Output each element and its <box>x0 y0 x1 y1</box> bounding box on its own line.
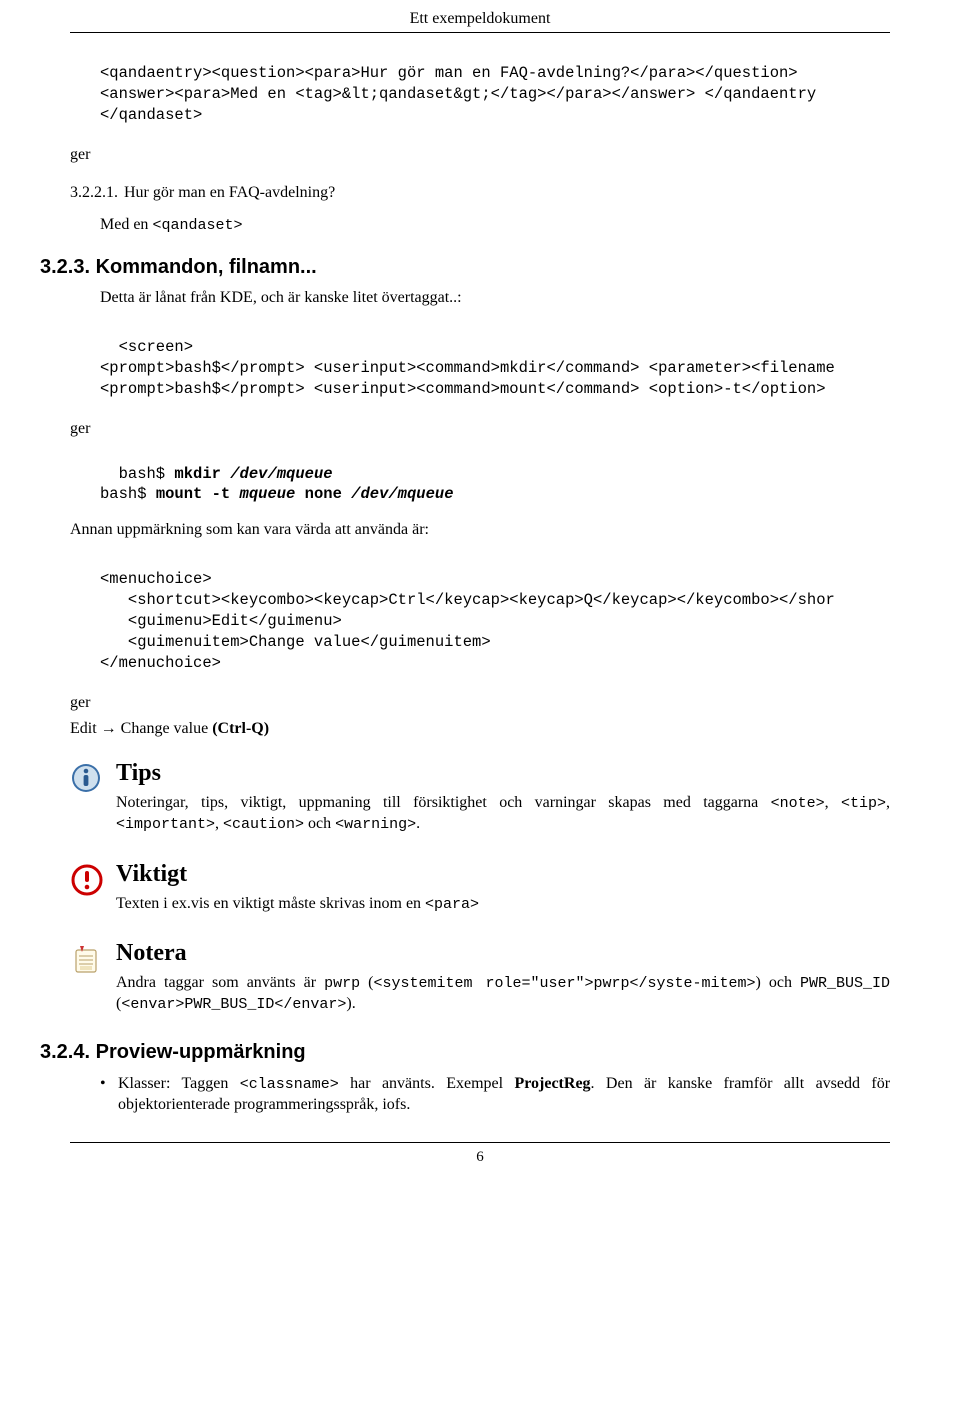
shell-cmd: mount <box>156 485 203 503</box>
annan-uppmärkning-para: Annan uppmärkning som kan vara värda att… <box>70 521 890 539</box>
code-inline: <note> <box>771 795 825 812</box>
qa-answer-pre: Med en <box>100 216 152 233</box>
note-icon <box>70 940 116 976</box>
code-inline: <tip> <box>841 795 886 812</box>
important-icon <box>70 861 116 897</box>
code-block-menuchoice-xml: <menuchoice> <shortcut><keycombo><keycap… <box>100 569 890 674</box>
important-title: Viktigt <box>116 861 890 888</box>
qa-question: 3.2.2.1. Hur gör man en FAQ-avdelning? <box>70 184 890 202</box>
shell-output: bash$ mkdir /dev/mqueue bash$ mount -t m… <box>100 464 890 506</box>
code-line: <qandaentry><question><para>Hur gör man … <box>100 64 798 82</box>
shell-arg: none <box>295 485 342 503</box>
list-item: Klasser: Taggen <classname> har använts.… <box>100 1074 890 1116</box>
section-3-2-3-heading: 3.2.3. Kommandon, filnamn... <box>40 256 920 279</box>
shell-arg: /dev/mqueue <box>221 465 333 483</box>
arrow-icon: → <box>97 720 121 737</box>
code-inline: <important> <box>116 816 215 833</box>
list-text: Klasser: Taggen <box>118 1075 240 1092</box>
classname-example: ProjectReg <box>514 1075 590 1092</box>
shell-cmd: mkdir <box>174 465 221 483</box>
code-line: <answer><para>Med en <tag>&lt;qandaset&g… <box>100 85 816 103</box>
ger-label: ger <box>70 420 890 438</box>
section-3-2-4-heading: 3.2.4. Proview-uppmärkning <box>40 1041 920 1064</box>
shell-prompt: bash$ <box>100 485 156 503</box>
footer-rule <box>70 1142 890 1143</box>
code-inline: PWR_BUS_ID <box>800 975 890 992</box>
qa-number: 3.2.2.1. <box>70 184 118 202</box>
code-line: </menuchoice> <box>100 654 221 672</box>
ger-label: ger <box>70 146 890 164</box>
code-inline: <warning> <box>335 816 416 833</box>
guimenu: Edit <box>70 720 97 737</box>
note-text: Andra taggar som använts är <box>116 974 324 991</box>
ger-label: ger <box>70 694 890 712</box>
keycombo: (Ctrl-Q) <box>208 720 269 737</box>
tip-text: Noteringar, tips, viktigt, uppmaning til… <box>116 794 771 811</box>
code-inline: <para> <box>425 896 479 913</box>
intro-para: Detta är lånat från KDE, och är kanske l… <box>100 289 890 307</box>
shell-prompt: bash$ <box>100 465 174 483</box>
section-number: 3.2.3. <box>40 256 90 278</box>
code-line: <prompt>bash$</prompt> <userinput><comma… <box>100 380 826 398</box>
section-number: 3.2.4. <box>40 1041 90 1063</box>
tip-icon <box>70 760 116 794</box>
tip-admonition: Tips Noteringar, tips, viktigt, uppmanin… <box>70 760 890 839</box>
proview-list: Klasser: Taggen <classname> har använts.… <box>100 1074 890 1116</box>
qa-answer: Med en <qandaset> <box>100 216 890 234</box>
code-line: <guimenu>Edit</guimenu> <box>100 612 342 630</box>
page-number: 6 <box>0 1149 960 1166</box>
code-inline: <envar>PWR_BUS_ID</envar> <box>121 996 346 1013</box>
code-line: <shortcut><keycombo><keycap>Ctrl</keycap… <box>100 591 835 609</box>
tip-title: Tips <box>116 760 890 787</box>
important-text: Texten i ex.vis en viktigt måste skrivas… <box>116 895 425 912</box>
code-inline: <caution> <box>223 816 304 833</box>
header-rule <box>70 32 890 33</box>
qa-question-text: Hur gör man en FAQ-avdelning? <box>124 184 335 201</box>
shell-arg: mqueue <box>230 485 295 503</box>
running-header: Ett exempeldokument <box>0 10 960 28</box>
qa-answer-code: <qandaset> <box>152 217 242 234</box>
important-admonition: Viktigt Texten i ex.vis en viktigt måste… <box>70 861 890 919</box>
note-admonition: Notera Andra taggar som använts är pwrp … <box>70 940 890 1019</box>
menuchoice-render: Edit → Change value (Ctrl-Q) <box>70 720 890 738</box>
section-title: Proview-uppmärkning <box>96 1041 306 1063</box>
shell-arg: /dev/mqueue <box>342 485 454 503</box>
code-line: <menuchoice> <box>100 570 212 588</box>
guimenuitem: Change value <box>121 720 209 737</box>
code-line: <prompt>bash$</prompt> <userinput><comma… <box>100 359 835 377</box>
code-inline: <classname> <box>240 1076 339 1093</box>
code-line: <screen> <box>100 338 193 356</box>
code-block-screen-xml: <screen> <prompt>bash$</prompt> <userinp… <box>100 337 890 400</box>
code-inline: pwrp <box>324 975 360 992</box>
code-line: <guimenuitem>Change value</guimenuitem> <box>100 633 491 651</box>
code-inline: <systemitem role="user">pwrp</syste-mite… <box>373 975 755 992</box>
code-line: </qandaset> <box>100 106 202 124</box>
shell-opt: -t <box>202 485 230 503</box>
note-title: Notera <box>116 940 890 967</box>
code-block-qanda-xml: <qandaentry><question><para>Hur gör man … <box>100 63 890 126</box>
section-title: Kommandon, filnamn... <box>96 256 317 278</box>
